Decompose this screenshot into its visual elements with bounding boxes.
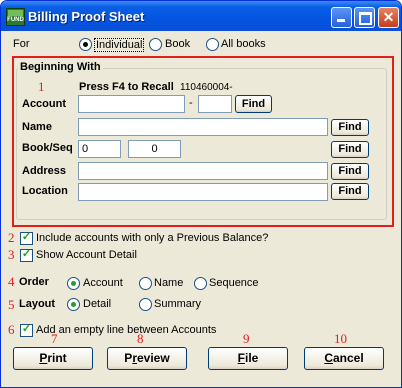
- address-input[interactable]: [78, 162, 328, 180]
- location-find-button[interactable]: Find: [331, 183, 369, 200]
- app-icon-text: FUND: [7, 17, 24, 23]
- annotation-2: 2: [8, 230, 15, 245]
- for-all-books-label[interactable]: All books: [221, 38, 266, 50]
- name-input[interactable]: [78, 118, 328, 136]
- minimize-button[interactable]: [331, 7, 352, 28]
- title-bar[interactable]: FUND Billing Proof Sheet ✕: [1, 1, 401, 31]
- close-button[interactable]: ✕: [378, 7, 399, 28]
- show-detail-label[interactable]: Show Account Detail: [36, 249, 137, 261]
- show-detail-checkbox[interactable]: ✓: [20, 248, 33, 262]
- check-icon: ✓: [21, 248, 32, 260]
- annotation-8: 8: [137, 331, 144, 346]
- recall-hint: Press F4 to Recall: [79, 81, 174, 93]
- check-icon: ✓: [21, 323, 32, 335]
- check-icon: ✓: [21, 231, 32, 243]
- address-find-button[interactable]: Find: [331, 163, 369, 180]
- book-input[interactable]: 0: [78, 140, 121, 158]
- order-sequence-radio[interactable]: [194, 277, 207, 290]
- for-label: For: [13, 38, 30, 50]
- annotation-4: 4: [8, 274, 15, 289]
- location-label: Location: [22, 185, 68, 197]
- minimize-icon: [337, 19, 345, 22]
- layout-detail-radio[interactable]: [67, 298, 80, 311]
- name-label: Name: [22, 121, 52, 133]
- seq-input[interactable]: 0: [128, 140, 181, 158]
- order-label: Order: [19, 276, 49, 288]
- account-separator: -: [189, 97, 193, 109]
- order-name-radio[interactable]: [139, 277, 152, 290]
- account-input[interactable]: [78, 95, 185, 113]
- name-find-button[interactable]: Find: [331, 119, 369, 136]
- app-icon: FUND: [6, 8, 25, 26]
- recall-value: 110460004-: [180, 82, 233, 93]
- maximize-button[interactable]: [354, 7, 375, 28]
- annotation-1: 1: [38, 79, 45, 94]
- cancel-button[interactable]: Cancel: [304, 347, 384, 370]
- for-book-radio[interactable]: [149, 38, 162, 51]
- print-button[interactable]: Print: [13, 347, 93, 370]
- empty-line-label[interactable]: Add an empty line between Accounts: [36, 324, 216, 336]
- file-button[interactable]: File: [208, 347, 288, 370]
- for-book-label[interactable]: Book: [165, 38, 190, 50]
- annotation-7: 7: [51, 331, 58, 346]
- annotation-5: 5: [8, 297, 15, 312]
- address-label: Address: [22, 165, 67, 177]
- window-title: Billing Proof Sheet: [28, 9, 145, 24]
- annotation-6: 6: [8, 322, 15, 337]
- account-suffix-input[interactable]: [198, 95, 232, 113]
- order-sequence-label[interactable]: Sequence: [209, 277, 259, 289]
- layout-label: Layout: [19, 298, 56, 310]
- for-all-books-radio[interactable]: [206, 38, 219, 51]
- maximize-icon: [359, 12, 372, 25]
- account-find-button[interactable]: Find: [235, 95, 272, 113]
- order-account-radio[interactable]: [67, 277, 80, 290]
- preview-button[interactable]: Preview: [107, 347, 187, 370]
- annotation-3: 3: [8, 247, 15, 262]
- layout-summary-radio[interactable]: [139, 298, 152, 311]
- prev-balance-checkbox[interactable]: ✓: [20, 231, 33, 245]
- order-account-label[interactable]: Account: [83, 277, 123, 289]
- close-icon: ✕: [382, 9, 395, 25]
- location-input[interactable]: [78, 183, 328, 201]
- account-label: Account: [22, 98, 66, 110]
- annotation-10: 10: [334, 331, 347, 346]
- billing-proof-sheet-window: FUND Billing Proof Sheet ✕ For Individua…: [0, 0, 402, 388]
- prev-balance-label[interactable]: Include accounts with only a Previous Ba…: [36, 232, 268, 244]
- layout-detail-label[interactable]: Detail: [83, 298, 111, 310]
- annotation-9: 9: [243, 331, 250, 346]
- bookseq-find-button[interactable]: Find: [331, 141, 369, 158]
- layout-summary-label[interactable]: Summary: [154, 298, 201, 310]
- bookseq-label: Book/Seq: [22, 142, 73, 154]
- for-individual-label[interactable]: Individual: [94, 38, 145, 52]
- empty-line-checkbox[interactable]: ✓: [20, 323, 33, 337]
- order-name-label[interactable]: Name: [154, 277, 183, 289]
- for-individual-radio[interactable]: [79, 38, 92, 51]
